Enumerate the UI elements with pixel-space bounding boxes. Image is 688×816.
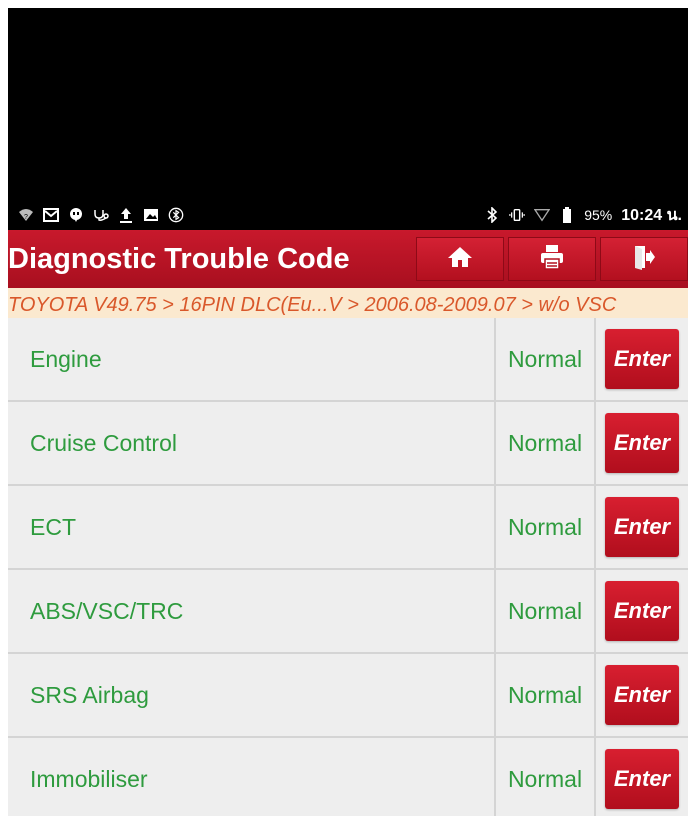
system-status: Normal <box>494 318 594 400</box>
home-button[interactable] <box>416 237 504 281</box>
action-cell: Enter <box>594 738 688 816</box>
signal-icon <box>534 207 551 223</box>
status-bar: ? 95% 10:24 น. <box>8 200 688 230</box>
action-cell: Enter <box>594 654 688 736</box>
enter-button-engine[interactable]: Enter <box>605 329 679 389</box>
blank-top-area <box>8 8 688 230</box>
system-status: Normal <box>494 738 594 816</box>
exit-icon <box>632 244 656 275</box>
print-button[interactable] <box>508 237 596 281</box>
print-icon <box>539 244 565 275</box>
system-status: Normal <box>494 654 594 736</box>
system-row-engine: Engine Normal Enter <box>8 318 688 402</box>
system-list: Engine Normal Enter Cruise Control Norma… <box>8 318 688 816</box>
stethoscope-icon <box>93 207 109 223</box>
status-right-icons: 95% 10:24 น. <box>484 203 682 228</box>
bluetooth-off-icon <box>168 207 184 223</box>
system-name: Cruise Control <box>30 429 177 456</box>
action-cell: Enter <box>594 486 688 568</box>
system-row-immobiliser: Immobiliser Normal Enter <box>8 738 688 816</box>
system-name: Immobiliser <box>30 765 148 792</box>
exit-button[interactable] <box>600 237 688 281</box>
battery-icon <box>559 207 575 223</box>
battery-percent: 95% <box>584 207 613 223</box>
clock: 10:24 น. <box>621 206 682 224</box>
action-cell: Enter <box>594 402 688 484</box>
bluetooth-icon <box>484 207 500 223</box>
image-icon <box>143 207 159 223</box>
enter-button-abs-vsc-trc[interactable]: Enter <box>605 581 679 641</box>
system-status: Normal <box>494 402 594 484</box>
system-name: ABS/VSC/TRC <box>30 597 184 624</box>
system-name: SRS Airbag <box>30 681 149 708</box>
vibrate-icon <box>509 207 525 223</box>
chat-icon <box>68 207 84 223</box>
status-left-icons: ? <box>18 207 184 223</box>
enter-button-ect[interactable]: Enter <box>605 497 679 557</box>
screen: ? 95% 10:24 น. Diagnostic Trouble Code T… <box>0 0 688 816</box>
system-row-ect: ECT Normal Enter <box>8 486 688 570</box>
enter-button-cruise-control[interactable]: Enter <box>605 413 679 473</box>
upload-icon <box>118 207 134 223</box>
action-cell: Enter <box>594 318 688 400</box>
wifi-question-icon: ? <box>18 207 34 223</box>
enter-button-srs-airbag[interactable]: Enter <box>605 665 679 725</box>
mail-icon <box>43 207 59 223</box>
system-row-cruise-control: Cruise Control Normal Enter <box>8 402 688 486</box>
breadcrumb: TOYOTA V49.75 > 16PIN DLC(Eu...V > 2006.… <box>8 288 688 322</box>
app-header: Diagnostic Trouble Code <box>8 230 688 288</box>
action-cell: Enter <box>594 570 688 652</box>
system-status: Normal <box>494 570 594 652</box>
system-row-srs-airbag: SRS Airbag Normal Enter <box>8 654 688 738</box>
system-name: ECT <box>30 513 76 540</box>
page-title: Diagnostic Trouble Code <box>8 242 350 275</box>
system-status: Normal <box>494 486 594 568</box>
svg-text:?: ? <box>24 214 28 221</box>
system-name: Engine <box>30 345 102 372</box>
system-row-abs-vsc-trc: ABS/VSC/TRC Normal Enter <box>8 570 688 654</box>
home-icon <box>447 245 473 274</box>
enter-button-immobiliser[interactable]: Enter <box>605 749 679 809</box>
